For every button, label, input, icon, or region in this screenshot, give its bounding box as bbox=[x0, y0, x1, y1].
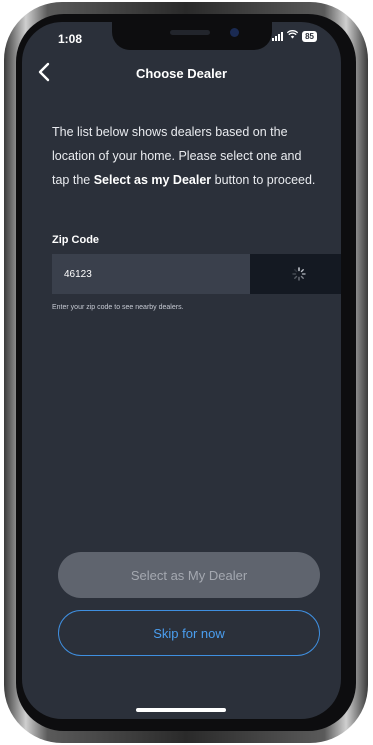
intro-text: The list below shows dealers based on th… bbox=[52, 120, 322, 192]
phone-notch bbox=[112, 22, 272, 50]
battery-icon: 85 bbox=[302, 30, 317, 42]
intro-text-bold: Select as my Dealer bbox=[93, 173, 212, 187]
camera-icon bbox=[230, 28, 239, 37]
zip-code-row bbox=[52, 254, 341, 294]
zip-code-helper-text: Enter your zip code to see nearby dealer… bbox=[52, 304, 184, 311]
zip-code-label: Zip Code bbox=[52, 234, 100, 246]
loading-spinner-icon bbox=[291, 267, 306, 281]
zip-search-button[interactable] bbox=[250, 254, 341, 294]
page-title: Choose Dealer bbox=[135, 66, 228, 81]
speaker-grille bbox=[170, 30, 210, 35]
zip-code-input[interactable] bbox=[52, 254, 250, 294]
home-indicator[interactable] bbox=[136, 708, 226, 712]
select-as-my-dealer-button[interactable]: Select as My Dealer bbox=[58, 552, 320, 598]
app-screen: 1:08 85 Choose Dealer The list below sho… bbox=[22, 22, 341, 719]
intro-text-end: button to proceed. bbox=[211, 173, 316, 187]
status-time: 1:08 bbox=[58, 32, 83, 46]
signal-icon bbox=[272, 31, 284, 41]
status-icons: 85 bbox=[272, 30, 317, 42]
skip-for-now-button[interactable]: Skip for now bbox=[58, 610, 320, 656]
wifi-icon bbox=[286, 30, 299, 42]
navigation-bar: Choose Dealer bbox=[22, 60, 341, 90]
